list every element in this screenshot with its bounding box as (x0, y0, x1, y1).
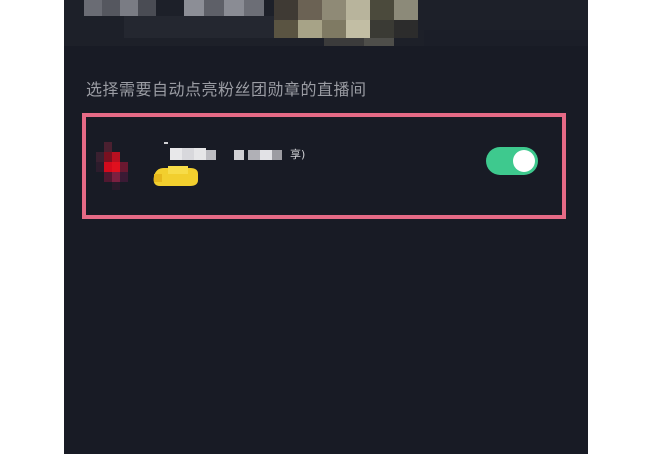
list-item-live-room[interactable]: 享) (88, 128, 560, 198)
phone-screen: 选择需要自动点亮粉丝团勋章的直播间 享) (64, 0, 588, 454)
room-name-suffix: 享) (290, 148, 306, 161)
section-title: 选择需要自动点亮粉丝团勋章的直播间 (86, 80, 367, 99)
auto-light-badge-toggle[interactable] (486, 147, 538, 175)
toggle-knob (513, 150, 535, 172)
pixelated-avatar-icon (96, 142, 136, 190)
pixelated-header-image (64, 0, 588, 46)
screenshot-stage: 选择需要自动点亮粉丝团勋章的直播间 享) (0, 0, 654, 454)
pixelated-room-name (153, 142, 282, 186)
top-header (64, 0, 588, 46)
